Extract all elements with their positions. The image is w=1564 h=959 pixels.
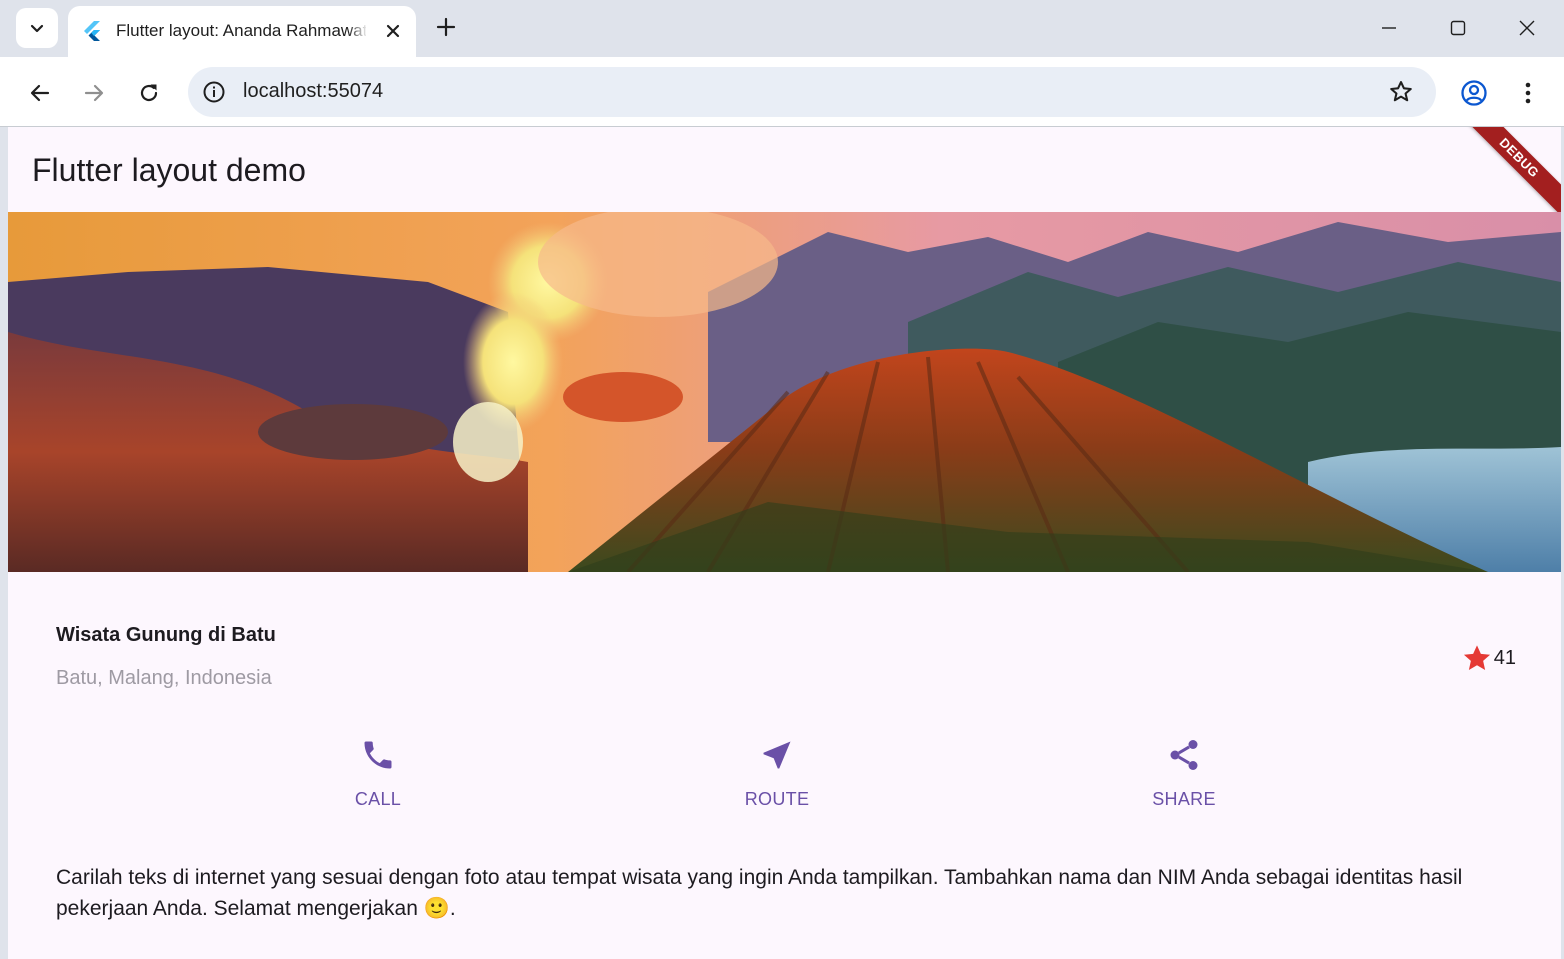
button-section: CALL ROUTE SHARE [8, 737, 1561, 827]
account-circle-icon [1461, 80, 1487, 106]
forward-button[interactable] [76, 75, 112, 111]
share-label: SHARE [1152, 789, 1216, 809]
rating-count: 41 [1493, 646, 1516, 669]
url-text[interactable]: localhost:55074 [243, 80, 383, 103]
maximize-button[interactable] [1435, 8, 1481, 48]
call-button[interactable]: CALL [308, 737, 448, 823]
rating: 41 [1461, 642, 1516, 674]
site-info-icon[interactable] [202, 80, 226, 104]
flutter-logo-icon [84, 21, 100, 41]
window-close-button[interactable] [1504, 8, 1550, 48]
new-tab-button[interactable] [432, 13, 460, 41]
volcano-image [8, 212, 1561, 572]
more-vertical-icon [1525, 82, 1531, 104]
bookmark-star-icon[interactable] [1388, 79, 1414, 105]
share-icon [1170, 740, 1198, 770]
flutter-app: Flutter layout demo DEBUG Wisata Gunung … [8, 127, 1561, 959]
navigation-icon [763, 741, 791, 769]
call-label: CALL [354, 789, 402, 809]
reload-button[interactable] [131, 75, 167, 111]
browser-tab[interactable]: Flutter layout: Ananda Rahmawati [68, 6, 416, 57]
back-button[interactable] [22, 75, 58, 111]
close-icon [386, 24, 400, 38]
reload-icon [140, 84, 158, 102]
app-bar-title: Flutter layout demo [32, 152, 306, 188]
close-icon [1519, 20, 1535, 36]
tab-title-fade [348, 14, 368, 50]
route-label: ROUTE [744, 789, 810, 809]
volcano-landscape-illustration [8, 212, 1561, 572]
browser-tab-strip: Flutter layout: Ananda Rahmawati [0, 0, 1564, 57]
app-bar: Flutter layout demo DEBUG [8, 127, 1561, 223]
minimize-button[interactable] [1366, 8, 1412, 48]
address-bar[interactable]: localhost:55074 [188, 67, 1436, 117]
arrow-left-icon [30, 84, 50, 102]
maximize-icon [1450, 20, 1466, 36]
debug-banner: DEBUG [1454, 127, 1561, 223]
title-section: Wisata Gunung di Batu Batu, Malang, Indo… [56, 620, 1516, 700]
phone-icon [364, 741, 392, 769]
minimize-icon [1382, 27, 1396, 29]
place-location: Batu, Malang, Indonesia [56, 667, 272, 689]
star-icon [1463, 645, 1490, 670]
place-name: Wisata Gunung di Batu [56, 624, 276, 646]
plus-icon [436, 17, 456, 37]
share-button[interactable]: SHARE [1114, 737, 1254, 823]
description-text: Carilah teks di internet yang sesuai den… [56, 866, 1463, 920]
tab-title: Flutter layout: Ananda Rahmawati [116, 21, 366, 40]
chevron-down-icon [30, 24, 44, 33]
browser-menu-button[interactable] [1510, 75, 1546, 111]
browser-toolbar: localhost:55074 [0, 57, 1564, 126]
profile-button[interactable] [1456, 75, 1492, 111]
route-button[interactable]: ROUTE [707, 737, 847, 823]
arrow-right-icon [84, 84, 104, 102]
tab-close-button[interactable] [380, 18, 406, 44]
tab-search-button[interactable] [16, 8, 58, 48]
